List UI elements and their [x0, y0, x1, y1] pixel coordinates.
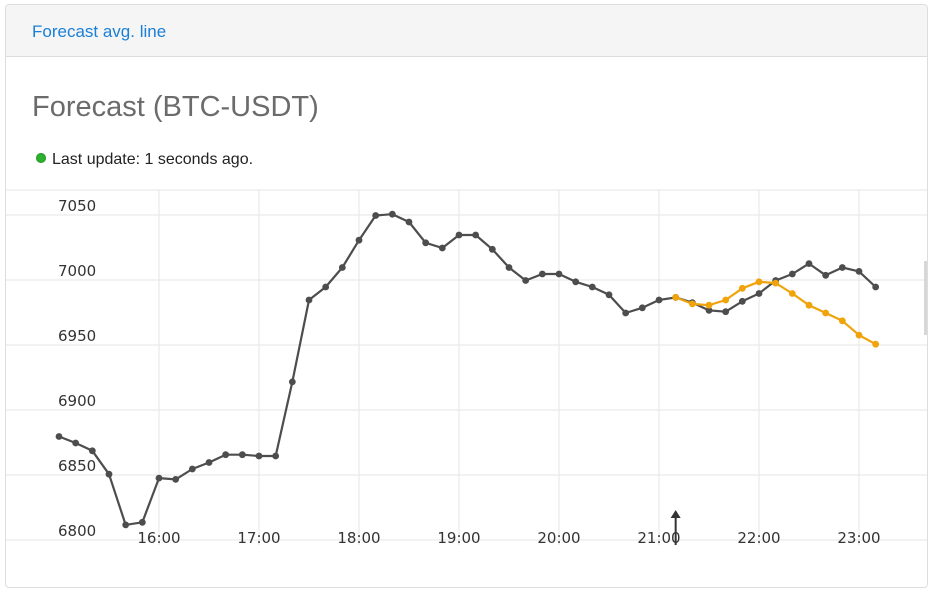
- forecast-point: [705, 301, 713, 309]
- forecast-point: [688, 300, 696, 308]
- actual-price-point: [572, 278, 580, 286]
- actual-price-point: [822, 271, 830, 279]
- actual-price-point: [438, 244, 446, 252]
- forecast-point: [722, 296, 730, 304]
- actual-price-point: [872, 283, 880, 291]
- actual-price-line: [58, 213, 877, 527]
- forecast-point: [822, 309, 830, 317]
- actual-price-point: [122, 521, 130, 529]
- actual-price-point: [522, 277, 530, 284]
- scrollbar[interactable]: [924, 261, 927, 335]
- actual-price-point: [305, 296, 313, 304]
- actual-price-point: [188, 465, 196, 473]
- forecast-chart[interactable]: 6800 6850 6900 6950 7000 7050 16:00 17:00 18:00 1…: [6, 5, 928, 588]
- forecast-point: [838, 317, 846, 325]
- actual-price-point: [105, 470, 113, 478]
- forecast-point: [672, 294, 680, 301]
- forecast-card: Forecast avg. line Forecast (BTC-USDT) L…: [5, 4, 928, 588]
- y-tick-label: 6850: [58, 457, 96, 475]
- actual-price-point: [638, 304, 646, 312]
- forecast-line: [675, 280, 877, 346]
- y-tick-label: 6950: [58, 327, 96, 345]
- actual-price-point: [738, 297, 746, 305]
- actual-price-point: [72, 439, 80, 447]
- forecast-point: [805, 301, 813, 309]
- actual-price-point: [472, 231, 480, 239]
- x-tick-label: 22:00: [737, 529, 780, 547]
- x-tick-label: 19:00: [437, 529, 480, 547]
- actual-price-point: [422, 239, 430, 247]
- actual-price-point: [205, 459, 213, 466]
- actual-price-point: [138, 518, 146, 526]
- forecast-point: [738, 284, 746, 292]
- actual-price-point: [388, 210, 396, 218]
- actual-price-point: [272, 452, 280, 460]
- forecast-point: [872, 340, 880, 348]
- actual-price-point: [588, 283, 596, 291]
- actual-price-point: [788, 270, 796, 278]
- y-tick-label: 7050: [58, 197, 96, 215]
- actual-price-point: [55, 433, 63, 440]
- y-tick-label: 6800: [58, 522, 96, 540]
- forecast-point: [772, 279, 780, 287]
- actual-price-point: [355, 236, 363, 244]
- x-tick-label: 18:00: [337, 529, 380, 547]
- x-tick-label: 16:00: [137, 529, 180, 547]
- actual-price-point: [555, 270, 563, 278]
- actual-price-point: [405, 218, 413, 226]
- actual-price-point: [622, 309, 630, 317]
- x-tick-label: 20:00: [537, 529, 580, 547]
- actual-price-point: [655, 296, 663, 304]
- actual-price-point: [88, 447, 96, 455]
- x-tick-label: 17:00: [237, 529, 280, 547]
- actual-price-point: [338, 264, 346, 271]
- actual-price-point: [488, 245, 496, 253]
- actual-price-point: [372, 212, 380, 219]
- actual-price-point: [288, 378, 296, 386]
- x-tick-label: 21:00: [637, 529, 680, 547]
- actual-price-point: [722, 308, 730, 316]
- current-time-arrow-icon: [670, 510, 681, 518]
- x-tick-label: 23:00: [837, 529, 880, 547]
- actual-price-point: [605, 291, 613, 299]
- actual-price-point: [538, 270, 546, 278]
- actual-price-point: [255, 452, 263, 460]
- actual-price-point: [505, 264, 513, 271]
- actual-price-point: [155, 474, 163, 482]
- actual-price-point: [322, 283, 330, 291]
- forecast-point: [755, 278, 763, 286]
- actual-price-point: [838, 264, 846, 271]
- actual-price-point: [855, 268, 863, 275]
- actual-price-point: [172, 476, 180, 483]
- actual-price-point: [755, 290, 763, 297]
- y-tick-label: 6900: [58, 392, 96, 410]
- y-tick-label: 7000: [58, 262, 96, 280]
- forecast-point: [788, 290, 796, 297]
- actual-price-point: [455, 231, 463, 239]
- actual-price-point: [238, 451, 246, 459]
- actual-price-point: [805, 260, 813, 267]
- actual-price-point: [222, 451, 230, 459]
- forecast-point: [855, 331, 863, 339]
